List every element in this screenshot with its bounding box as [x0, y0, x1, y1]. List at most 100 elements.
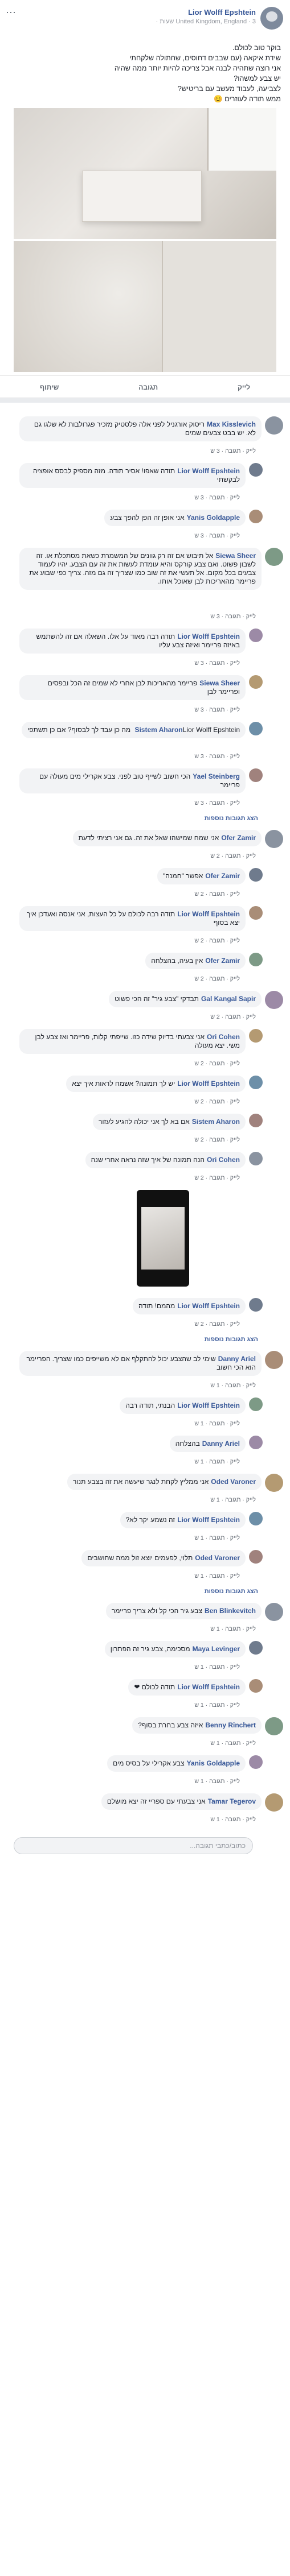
- comment-actions[interactable]: לייק · תגובה · 1 ש: [194, 1573, 240, 1579]
- comment-actions[interactable]: לייק · תגובה · 3 ש: [194, 753, 240, 760]
- commenter-name[interactable]: Gal Kangal Sapir: [201, 995, 256, 1003]
- commenter-name[interactable]: Ofer Zamir: [205, 957, 240, 965]
- author-avatar[interactable]: [260, 7, 283, 30]
- commenter-avatar[interactable]: [249, 1679, 263, 1693]
- view-more-comments-link[interactable]: הצג תגובות נוספות: [205, 1588, 258, 1595]
- commenter-name[interactable]: Siewa Sheer: [199, 679, 240, 687]
- commenter-name[interactable]: Ofer Zamir: [205, 872, 240, 880]
- author-name[interactable]: Lior Wolff Epshtein: [188, 8, 256, 16]
- commenter-name[interactable]: Oded Varoner: [211, 1478, 256, 1486]
- commenter-avatar[interactable]: [249, 1029, 263, 1043]
- commenter-name[interactable]: Lior Wolff Epshtein: [177, 467, 240, 475]
- comment-actions[interactable]: לייק · תגובה · 3 ש: [194, 494, 240, 501]
- comment-actions[interactable]: לייק · תגובה · 1 ש: [210, 1816, 256, 1823]
- commenter-avatar[interactable]: [249, 1550, 263, 1564]
- commenter-name[interactable]: Benny Rinchert: [205, 1721, 256, 1729]
- commenter-name[interactable]: Max Kisslevich: [207, 420, 256, 428]
- comment-actions[interactable]: לייק · תגובה · 2 ש: [210, 1014, 256, 1020]
- commenter-avatar[interactable]: [249, 1641, 263, 1655]
- commenter-name[interactable]: Sistem Aharon: [134, 726, 182, 734]
- comment-actions[interactable]: לייק · תגובה · 1 ש: [194, 1664, 240, 1671]
- commenter-avatar[interactable]: [265, 1603, 283, 1621]
- comment-actions[interactable]: לייק · תגובה · 3 ש: [194, 706, 240, 713]
- commenter-avatar[interactable]: [249, 768, 263, 782]
- commenter-avatar[interactable]: [265, 416, 283, 435]
- comment-actions[interactable]: לייק · תגובה · 1 ש: [210, 1382, 256, 1389]
- commenter-avatar[interactable]: [249, 675, 263, 689]
- commenter-avatar[interactable]: [249, 1436, 263, 1449]
- commenter-name[interactable]: Oded Varoner: [195, 1554, 240, 1562]
- comment-photo[interactable]: [137, 1190, 189, 1287]
- commenter-avatar[interactable]: [249, 629, 263, 642]
- commenter-avatar[interactable]: [249, 510, 263, 523]
- more-options-icon[interactable]: ⋯: [6, 7, 16, 19]
- commenter-name[interactable]: Ben Blinkevitch: [205, 1607, 256, 1615]
- commenter-name[interactable]: Lior Wolff Epshtein: [177, 910, 240, 918]
- comment-actions[interactable]: לייק · תגובה · 1 ש: [194, 1458, 240, 1465]
- commenter-avatar[interactable]: [249, 906, 263, 920]
- commenter-avatar[interactable]: [249, 1076, 263, 1089]
- comment-actions[interactable]: לייק · תגובה · 2 ש: [194, 1321, 240, 1328]
- comment-actions[interactable]: לייק · תגובה · 2 ש: [194, 937, 240, 944]
- commenter-name[interactable]: Ori Cohen: [207, 1156, 240, 1164]
- commenter-name[interactable]: Lior Wolff Epshtein: [177, 1683, 240, 1691]
- commenter-avatar[interactable]: [249, 1114, 263, 1127]
- post-photo-closeup[interactable]: [14, 241, 276, 372]
- view-more-comments-link[interactable]: הצג תגובות נוספות: [205, 1336, 258, 1343]
- commenter-name[interactable]: Lior Wolff Epshtein: [177, 632, 240, 640]
- commenter-name[interactable]: Danny Ariel: [202, 1440, 240, 1448]
- comment-actions[interactable]: לייק · תגובה · 3 ש: [194, 800, 240, 807]
- comment-actions[interactable]: לייק · תגובה · 1 ש: [194, 1702, 240, 1709]
- commenter-name[interactable]: Ori Cohen: [207, 1033, 240, 1041]
- commenter-name[interactable]: Tamar Tegerov: [208, 1797, 256, 1805]
- comment-actions[interactable]: לייק · תגובה · 2 ש: [194, 891, 240, 898]
- commenter-avatar[interactable]: [265, 1717, 283, 1735]
- comment-actions[interactable]: לייק · תגובה · 2 ש: [194, 975, 240, 982]
- commenter-name[interactable]: Yael Steinberg: [193, 772, 240, 780]
- comment-actions[interactable]: לייק · תגובה · 2 ש: [194, 1136, 240, 1143]
- commenter-name[interactable]: Siewa Sheer: [215, 552, 256, 560]
- view-more-comments-link[interactable]: הצג תגובות נוספות: [205, 815, 258, 822]
- comment-actions[interactable]: לייק · תגובה · 1 ש: [194, 1535, 240, 1541]
- comment-actions[interactable]: לייק · תגובה · 3 ש: [194, 532, 240, 539]
- commenter-avatar[interactable]: [249, 722, 263, 735]
- commenter-avatar[interactable]: [249, 463, 263, 477]
- comment-actions[interactable]: לייק · תגובה · 2 ש: [194, 1098, 240, 1105]
- commenter-avatar[interactable]: [249, 1152, 263, 1165]
- commenter-avatar[interactable]: [265, 830, 283, 848]
- commenter-avatar[interactable]: [265, 991, 283, 1009]
- commenter-name[interactable]: Maya Levinger: [193, 1645, 240, 1653]
- commenter-avatar[interactable]: [249, 868, 263, 882]
- commenter-avatar[interactable]: [249, 1512, 263, 1525]
- commenter-name[interactable]: Lior Wolff Epshtein: [177, 1302, 240, 1310]
- comment-actions[interactable]: לייק · תגובה · 1 ש: [194, 1420, 240, 1427]
- comment-button[interactable]: תגובה: [138, 383, 158, 391]
- commenter-avatar[interactable]: [249, 1397, 263, 1411]
- commenter-name[interactable]: Sistem Aharon: [192, 1118, 240, 1126]
- comment-actions[interactable]: לייק · תגובה · 3 ש: [210, 448, 256, 454]
- commenter-avatar[interactable]: [249, 1298, 263, 1312]
- commenter-avatar[interactable]: [249, 1755, 263, 1769]
- commenter-name[interactable]: Yanis Goldapple: [187, 1759, 240, 1767]
- comment-actions[interactable]: לייק · תגובה · 2 ש: [210, 853, 256, 859]
- like-button[interactable]: לייק: [238, 383, 250, 391]
- commenter-avatar[interactable]: [265, 1793, 283, 1812]
- comment-actions[interactable]: לייק · תגובה · 1 ש: [194, 1778, 240, 1785]
- comment-actions[interactable]: לייק · תגובה · 1 ש: [210, 1496, 256, 1503]
- commenter-name[interactable]: Lior Wolff Epshtein: [177, 1401, 240, 1409]
- commenter-avatar[interactable]: [265, 1474, 283, 1492]
- comment-actions[interactable]: לייק · תגובה · 1 ש: [210, 1740, 256, 1747]
- commenter-name[interactable]: Yanis Goldapple: [187, 514, 240, 522]
- comment-actions[interactable]: לייק · תגובה · 3 ש: [194, 660, 240, 667]
- reply-input[interactable]: כתוב/כתבי תגובה...: [14, 1837, 253, 1854]
- commenter-name[interactable]: Ofer Zamir: [221, 834, 256, 842]
- comment-actions[interactable]: לייק · תגובה · 2 ש: [194, 1175, 240, 1181]
- commenter-avatar[interactable]: [249, 953, 263, 966]
- share-button[interactable]: שיתוף: [40, 383, 59, 391]
- commenter-avatar[interactable]: [265, 1351, 283, 1369]
- post-photo-dresser[interactable]: [14, 108, 276, 239]
- commenter-name[interactable]: Lior Wolff Epshtein: [177, 1080, 240, 1088]
- commenter-avatar[interactable]: [265, 548, 283, 566]
- comment-actions[interactable]: לייק · תגובה · 1 ש: [210, 1626, 256, 1632]
- comment-actions[interactable]: לייק · תגובה · 3 ש: [210, 613, 256, 620]
